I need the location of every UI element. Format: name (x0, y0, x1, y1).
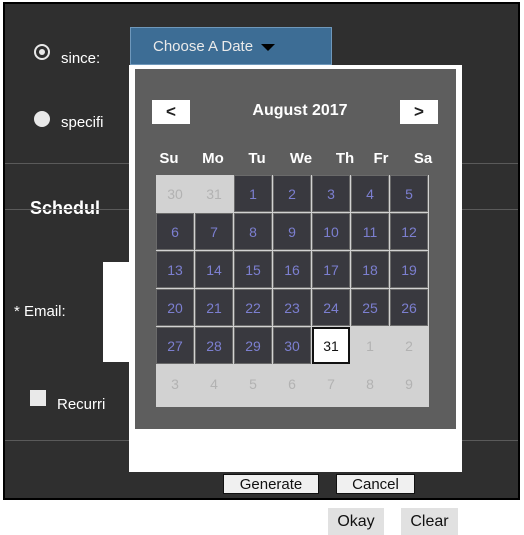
weekday-header: Th (335, 150, 355, 167)
calendar-day[interactable]: 28 (195, 327, 233, 364)
calendar-day[interactable]: 14 (195, 251, 233, 288)
generate-button[interactable]: Generate (223, 474, 319, 494)
calendar-day[interactable]: 15 (234, 251, 272, 288)
clear-button[interactable]: Clear (401, 508, 458, 535)
email-label: * Email: (14, 303, 66, 320)
calendar-day[interactable]: 24 (312, 289, 350, 326)
calendar-day[interactable]: 21 (195, 289, 233, 326)
weekday-header: Fr (373, 150, 389, 167)
calendar-day[interactable]: 4 (351, 175, 389, 212)
calendar-day[interactable]: 18 (351, 251, 389, 288)
specific-label: specifi (61, 114, 104, 131)
weekday-header: Tu (248, 150, 266, 167)
calendar-day[interactable]: 26 (390, 289, 428, 326)
calendar-day[interactable]: 3 (312, 175, 350, 212)
calendar-day[interactable]: 13 (156, 251, 194, 288)
next-month-button[interactable]: > (400, 100, 438, 124)
weekday-header: Mo (202, 150, 224, 167)
calendar-day[interactable]: 1 (234, 175, 272, 212)
calendar-day[interactable]: 25 (351, 289, 389, 326)
calendar-day[interactable]: 16 (273, 251, 311, 288)
calendar-day[interactable]: 22 (234, 289, 272, 326)
weekday-header: Su (159, 150, 179, 167)
calendar-day[interactable]: 30 (156, 175, 194, 212)
calendar-day[interactable]: 31 (195, 175, 233, 212)
calendar-day[interactable]: 20 (156, 289, 194, 326)
calendar-day[interactable]: 9 (273, 213, 311, 250)
calendar-day[interactable]: 9 (390, 365, 428, 402)
calendar-day[interactable]: 27 (156, 327, 194, 364)
calendar-day[interactable]: 23 (273, 289, 311, 326)
calendar-day[interactable]: 7 (312, 365, 350, 402)
since-radio[interactable] (34, 44, 50, 60)
calendar-day-grid: 30 31 1 2 3 4 5 6 7 8 9 10 11 12 13 14 15 16 17 18 19 20 21 22 2… (156, 175, 429, 407)
calendar-day[interactable]: 11 (351, 213, 389, 250)
calendar-day[interactable]: 8 (234, 213, 272, 250)
choose-date-button[interactable]: Choose A Date (130, 27, 332, 65)
since-label: since: (61, 50, 101, 67)
calendar-day[interactable]: 4 (195, 365, 233, 402)
choose-date-label: Choose A Date (153, 37, 254, 55)
prev-month-button[interactable]: < (152, 100, 190, 124)
calendar-day[interactable]: 3 (156, 365, 194, 402)
weekday-header: We (289, 150, 313, 167)
okay-button[interactable]: Okay (328, 508, 384, 535)
specific-radio[interactable] (34, 111, 50, 127)
calendar-day[interactable]: 10 (312, 213, 350, 250)
calendar-day[interactable]: 7 (195, 213, 233, 250)
recurring-checkbox[interactable] (30, 390, 46, 406)
calendar-day[interactable]: 6 (273, 365, 311, 402)
calendar-day[interactable]: 6 (156, 213, 194, 250)
recurring-label: Recurri (57, 396, 106, 413)
calendar-day[interactable]: 17 (312, 251, 350, 288)
calendar-day[interactable]: 8 (351, 365, 389, 402)
calendar-day[interactable]: 29 (234, 327, 272, 364)
calendar-day[interactable]: 12 (390, 213, 428, 250)
calendar-day[interactable]: 30 (273, 327, 311, 364)
calendar-day[interactable]: 5 (234, 365, 272, 402)
weekday-header: Sa (413, 150, 433, 167)
calendar-day[interactable]: 2 (390, 327, 428, 364)
calendar-day[interactable]: 1 (351, 327, 389, 364)
calendar-day[interactable]: 2 (273, 175, 311, 212)
calendar-day[interactable]: 19 (390, 251, 428, 288)
month-title: August 2017 (252, 102, 348, 119)
calendar-day[interactable]: 5 (390, 175, 428, 212)
calendar-day-selected[interactable]: 31 (312, 327, 350, 364)
cancel-button[interactable]: Cancel (336, 474, 415, 494)
caret-down-icon (261, 43, 276, 51)
